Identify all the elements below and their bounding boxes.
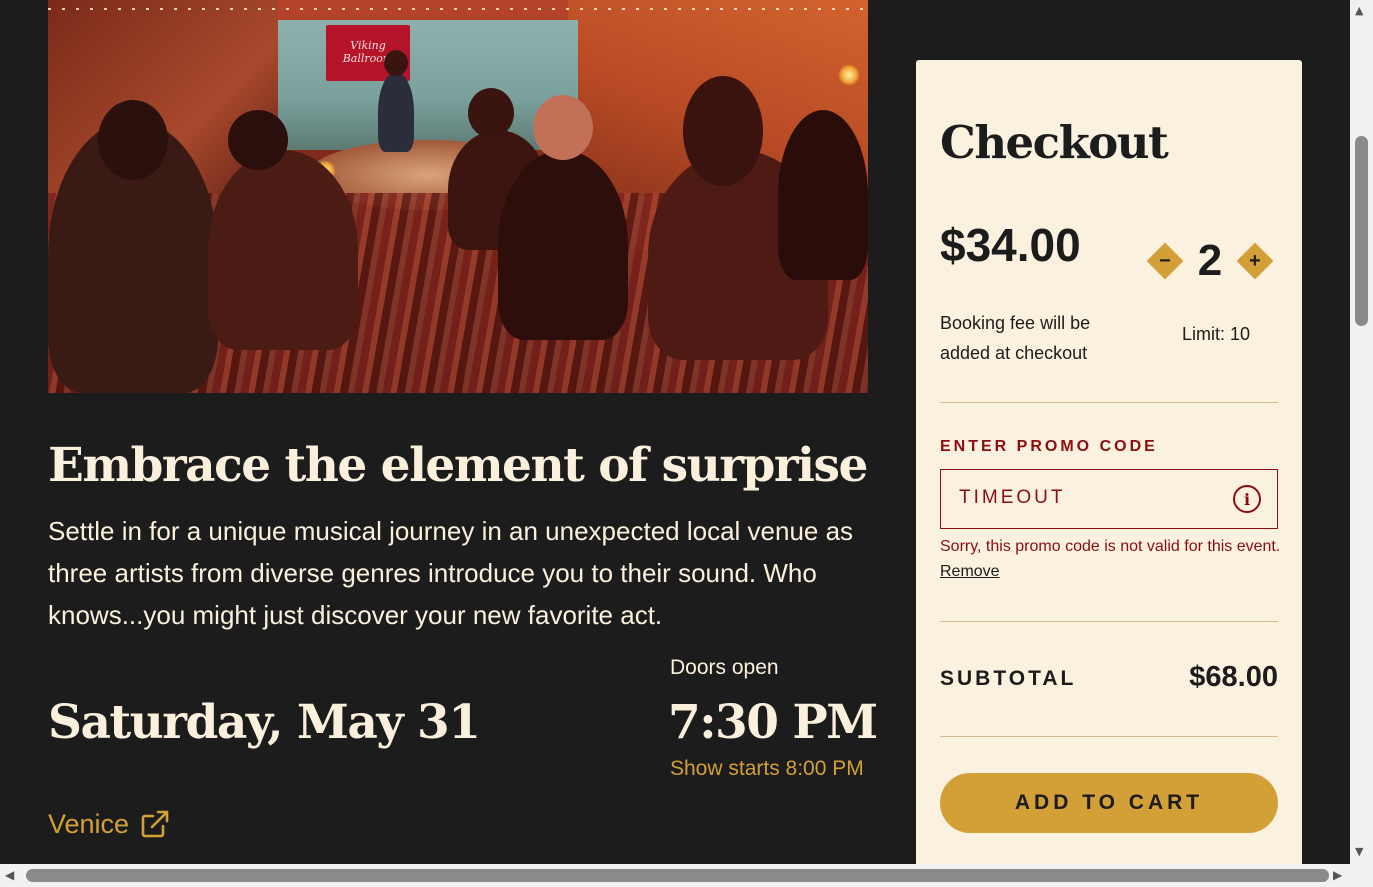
doors-open-label: Doors open (670, 656, 779, 679)
promo-code-field: i (940, 469, 1278, 529)
venue-name: Venice (48, 808, 130, 839)
info-icon[interactable]: i (1233, 485, 1261, 513)
photo-audience-member (778, 110, 868, 280)
photo-candle (838, 64, 860, 86)
photo-audience-member (498, 150, 628, 340)
event-date: Saturday, May 31 (48, 695, 481, 750)
minus-icon: − (1159, 250, 1171, 272)
vertical-scroll-thumb[interactable] (1355, 136, 1368, 326)
event-hero-photo: Viking Ballroom (48, 0, 868, 393)
quantity-value: 2 (1197, 236, 1223, 285)
ticket-limit: Limit: 10 (1182, 324, 1251, 344)
increase-quantity-button[interactable]: + (1236, 242, 1274, 280)
photo-performer-head (384, 50, 408, 76)
ticket-price: $34.00 (940, 219, 1081, 271)
promo-error-message: Sorry, this promo code is not valid for … (940, 538, 1281, 555)
photo-audience-head (683, 76, 763, 186)
plus-icon: + (1249, 250, 1261, 272)
subtotal-label: SUBTOTAL (940, 667, 1077, 690)
external-link-icon (141, 810, 169, 838)
scroll-right-icon[interactable]: ▶ (1333, 868, 1342, 882)
photo-audience-head (98, 100, 168, 180)
show-start-time: Show starts 8:00 PM (670, 757, 864, 780)
divider (940, 402, 1278, 403)
scroll-left-icon[interactable]: ◀ (5, 868, 14, 882)
event-description: Settle in for a unique musical journey i… (48, 516, 854, 630)
checkout-card: Checkout $34.00 − 2 + Booking fee will b… (916, 60, 1302, 870)
scroll-up-icon[interactable]: ▲ (1355, 4, 1363, 17)
vertical-scrollbar[interactable]: ▲ ▼ (1350, 0, 1373, 864)
photo-string-lights (48, 8, 868, 10)
remove-promo-link[interactable]: Remove (940, 563, 1000, 581)
photo-performer (378, 72, 414, 152)
divider (940, 736, 1278, 737)
event-title: Embrace the element of surprise (48, 438, 868, 493)
photo-audience-head (468, 88, 514, 138)
promo-code-input[interactable] (941, 470, 1211, 526)
divider (940, 621, 1278, 622)
info-icon-glyph: i (1243, 489, 1251, 509)
quantity-stepper: − 2 + (1146, 236, 1274, 286)
booking-fee-note: Booking fee will be added at checkout (940, 313, 1091, 363)
venue-link[interactable]: Venice (48, 808, 171, 840)
add-to-cart-button[interactable]: ADD TO CART (940, 773, 1278, 833)
horizontal-scroll-thumb[interactable] (26, 869, 1329, 882)
photo-audience-head (533, 95, 593, 160)
photo-audience-member (208, 150, 358, 350)
photo-audience-head (228, 110, 288, 170)
subtotal-value: $68.00 (1189, 661, 1278, 693)
promo-code-label: ENTER PROMO CODE (940, 438, 1158, 455)
horizontal-scrollbar[interactable]: ◀ ▶ (0, 864, 1373, 887)
decrease-quantity-button[interactable]: − (1146, 242, 1184, 280)
checkout-title: Checkout (940, 116, 1169, 169)
doors-open-time: 7:30 PM (668, 695, 878, 750)
scroll-down-icon[interactable]: ▼ (1355, 845, 1363, 858)
